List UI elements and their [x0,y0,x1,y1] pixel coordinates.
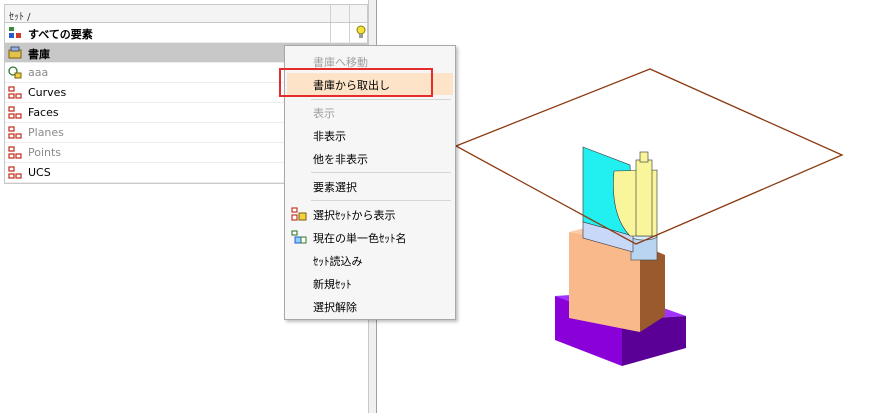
set-row-label: Points [28,146,62,159]
set-row-label: aaa [28,66,49,79]
menu-item-label: 表示 [313,107,335,120]
menu-item-label: 新規ｾｯﾄ [313,278,352,291]
menu-item-label: 現在の単一色ｾｯﾄ名 [313,232,407,245]
lightbulb-icon[interactable] [355,25,367,40]
menu-item-label: 要素選択 [313,181,357,194]
set-column-header: ｾｯﾄ / [9,12,31,23]
menu-item-show-from-selected-set[interactable]: 選択ｾｯﾄから表示 [287,203,453,225]
menu-item-label: 選択ｾｯﾄから表示 [313,209,396,222]
color-set-icon [291,230,307,244]
set-row-label: すべての要素 [28,28,93,41]
set-tree-icon [8,166,22,179]
all-elements-icon [9,27,21,38]
menu-item-current-single-color-set[interactable]: 現在の単一色ｾｯﾄ名 [287,226,453,248]
set-row-label: Planes [28,126,64,139]
menu-item-label: 非表示 [313,130,346,143]
set-tree-icon [8,86,22,99]
set-table-header[interactable]: ｾｯﾄ / [5,5,367,23]
menu-item-select-elements[interactable]: 要素選択 [287,175,453,197]
library-icon [8,46,22,59]
set-row-all-elements[interactable]: すべての要素 [5,23,367,43]
menu-item-show[interactable]: 表示 [287,101,453,123]
set-row-label: UCS [28,166,51,179]
set-tree-icon [8,146,22,159]
set-row-label: Curves [28,86,67,99]
menu-item-label: 他を非表示 [313,153,368,166]
set-tree-icon [8,106,22,119]
menu-item-label: 選択解除 [313,301,357,314]
menu-item-deselect[interactable]: 選択解除 [287,295,453,317]
menu-item-hide[interactable]: 非表示 [287,124,453,146]
set-row-label: 書庫 [28,48,50,61]
menu-item-new-set[interactable]: 新規ｾｯﾄ [287,272,453,294]
menu-item-load-set[interactable]: ｾｯﾄ読込み [287,249,453,271]
menu-separator [311,99,451,100]
menu-separator [311,172,451,173]
set-row-label: Faces [28,106,59,119]
menu-item-label: ｾｯﾄ読込み [313,255,363,268]
set-tree-icon [8,126,22,139]
show-from-set-icon [291,207,307,221]
red-highlight-box [279,68,433,97]
menu-separator [311,200,451,201]
menu-item-hide-others[interactable]: 他を非表示 [287,147,453,169]
set-icon [8,66,22,79]
